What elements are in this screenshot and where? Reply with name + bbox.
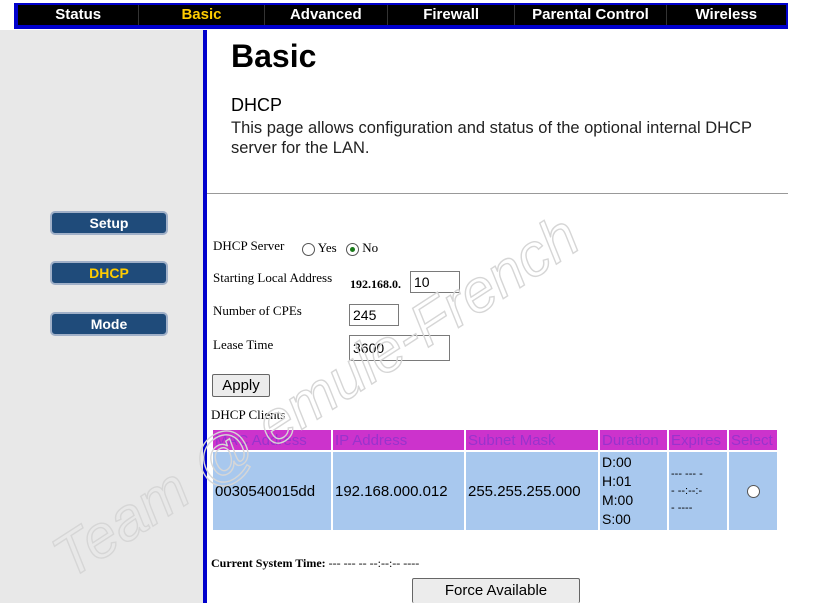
tab-basic[interactable]: Basic <box>139 5 265 25</box>
dhcp-clients-table: MAC Address IP Address Subnet Mask Durat… <box>211 428 779 532</box>
starting-address-label: Starting Local Address <box>213 270 333 285</box>
cell-select <box>729 452 777 530</box>
duration-minutes: M:00 <box>602 492 634 508</box>
sidebar-item-dhcp[interactable]: DHCP <box>50 261 168 285</box>
duration-days: D:00 <box>602 454 632 470</box>
cell-ip: 192.168.000.012 <box>333 452 464 530</box>
divider <box>207 193 788 194</box>
sidebar-item-mode[interactable]: Mode <box>50 312 168 336</box>
section-title: DHCP <box>231 95 283 115</box>
cell-mask: 255.255.255.000 <box>466 452 598 530</box>
cpes-label: Number of CPEs <box>213 303 302 318</box>
table-header-row: MAC Address IP Address Subnet Mask Durat… <box>213 430 777 450</box>
select-client-radio[interactable] <box>746 485 760 499</box>
col-mac-address: MAC Address <box>213 430 331 450</box>
system-time-label: Current System Time: <box>211 556 326 570</box>
tab-status[interactable]: Status <box>18 5 140 25</box>
address-prefix: 192.168.0. <box>350 277 401 291</box>
sidebar: Setup DHCP Mode <box>0 30 203 603</box>
col-select: Select <box>729 430 777 450</box>
main-nav: Status Basic Advanced Firewall Parental … <box>18 5 786 25</box>
col-subnet-mask: Subnet Mask <box>466 430 598 450</box>
tab-parental-control[interactable]: Parental Control <box>515 5 667 25</box>
cpes-input[interactable]: 245 <box>349 304 399 326</box>
tab-advanced[interactable]: Advanced <box>265 5 388 25</box>
col-duration: Duration <box>600 430 667 450</box>
force-available-button[interactable]: Force Available <box>412 578 580 603</box>
dhcp-server-label: DHCP Server <box>213 238 285 253</box>
section-description: This page allows configuration and statu… <box>231 119 752 157</box>
dhcp-yes-label: Yes <box>317 240 337 255</box>
expires-line-3: - ---- <box>671 501 693 514</box>
lease-time-input[interactable]: 3600 <box>349 335 450 361</box>
duration-seconds: S:00 <box>602 511 631 527</box>
cell-duration: D:00 H:01 M:00 S:00 <box>600 452 667 530</box>
cell-expires: --- --- - - --:--:- - ---- <box>669 452 727 530</box>
dhcp-server-radios: Yes No <box>302 240 378 256</box>
sidebar-item-setup[interactable]: Setup <box>50 211 168 235</box>
table-row: 0030540015dd 192.168.000.012 255.255.255… <box>213 452 777 530</box>
tab-firewall[interactable]: Firewall <box>388 5 516 25</box>
col-ip-address: IP Address <box>333 430 464 450</box>
dhcp-no-label: No <box>362 240 379 255</box>
col-expires: Expires <box>669 430 727 450</box>
dhcp-clients-title: DHCP Clients <box>211 407 286 422</box>
page-title: Basic <box>231 38 317 74</box>
duration-hours: H:01 <box>602 473 632 489</box>
system-time: Current System Time: --- --- -- --:--:--… <box>211 556 419 571</box>
starting-address-input[interactable]: 10 <box>410 271 460 293</box>
apply-button[interactable]: Apply <box>212 374 270 397</box>
dhcp-yes-radio[interactable] <box>302 242 315 256</box>
dhcp-no-radio[interactable] <box>345 242 359 256</box>
expires-line-1: --- --- - <box>671 467 703 480</box>
lease-time-label: Lease Time <box>213 337 274 352</box>
cell-mac: 0030540015dd <box>213 452 331 530</box>
expires-line-2: - --:--:- <box>671 484 703 497</box>
system-time-value: --- --- -- --:--:-- ---- <box>328 556 420 570</box>
tab-wireless[interactable]: Wireless <box>667 5 786 25</box>
